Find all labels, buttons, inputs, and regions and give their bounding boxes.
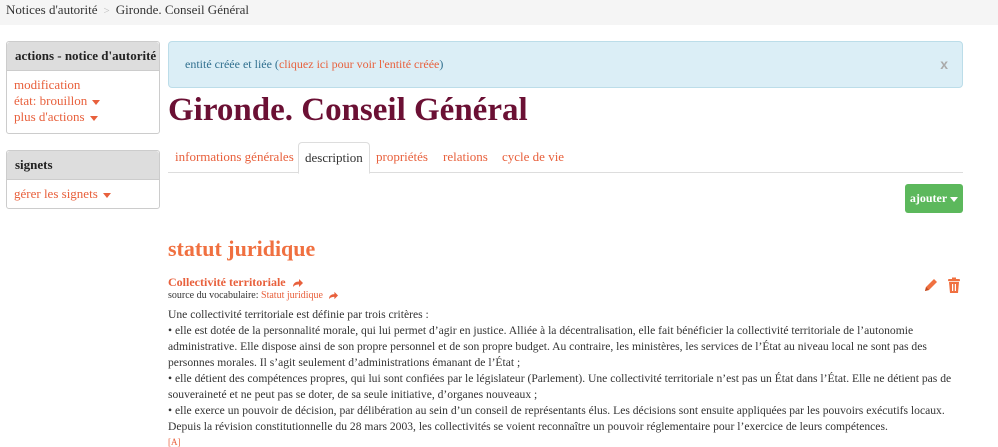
- trash-icon[interactable]: [945, 276, 963, 294]
- status-label: état: brouillon: [14, 93, 88, 108]
- actions-panel-title: actions - notice d'autorité: [7, 42, 159, 71]
- close-icon[interactable]: x: [940, 42, 948, 87]
- vocabulary-label: source du vocabulaire:: [168, 290, 262, 301]
- tab-relations[interactable]: relations: [443, 142, 488, 172]
- caret-down-icon: [950, 196, 959, 202]
- alert-view-entity-link[interactable]: cliquez ici pour voir l'entité créée: [279, 57, 439, 71]
- vocabulary-link[interactable]: Statut juridique: [261, 290, 323, 301]
- add-button[interactable]: ajouter: [905, 184, 963, 213]
- definition-line: • elle détient des compétences propres, …: [168, 372, 952, 401]
- vocabulary-source: source du vocabulaire: Statut juridique: [168, 290, 339, 301]
- term-tools: [920, 276, 963, 294]
- share-arrow-icon[interactable]: [328, 291, 339, 300]
- alert-text: entité créée et liée (: [185, 57, 279, 71]
- section-title: statut juridique: [168, 236, 316, 261]
- caret-down-icon: [102, 192, 111, 198]
- breadcrumb-separator: >: [103, 5, 110, 17]
- term-link[interactable]: Collectivité territoriale: [168, 275, 286, 289]
- bookmarks-panel-title: signets: [7, 151, 159, 180]
- breadcrumb: Notices d'autorité > Gironde. Conseil Géné…: [0, 0, 998, 25]
- tab-lifecycle[interactable]: cycle de vie: [502, 142, 564, 172]
- more-actions-dropdown[interactable]: plus d'actions: [14, 109, 152, 125]
- tab-description[interactable]: description: [298, 142, 370, 174]
- tab-general-info[interactable]: informations générales: [175, 142, 294, 172]
- actions-panel: actions - notice d'autorité modification…: [6, 41, 160, 134]
- bookmarks-panel: signets gérer les signets: [6, 150, 160, 209]
- breadcrumb-current: Gironde. Conseil Général: [115, 2, 249, 17]
- pencil-icon[interactable]: [922, 276, 940, 294]
- page-title: Gironde. Conseil Général: [168, 92, 528, 128]
- success-alert: entité créée et liée (cliquez ici pour v…: [168, 41, 963, 88]
- term-link-row: Collectivité territoriale: [168, 275, 304, 290]
- share-arrow-icon[interactable]: [292, 278, 304, 288]
- alert-text-end: ): [439, 57, 444, 71]
- definition-line: • elle est dotée de la personnalité mora…: [168, 324, 927, 369]
- definition-text: Une collectivité territoriale est défini…: [168, 307, 958, 435]
- tab-properties[interactable]: propriétés: [376, 142, 428, 172]
- manage-bookmarks-dropdown[interactable]: gérer les signets: [14, 186, 152, 202]
- breadcrumb-notices[interactable]: Notices d'autorité: [6, 2, 98, 17]
- caret-down-icon: [89, 115, 98, 121]
- definition-line: Une collectivité territoriale est défini…: [168, 308, 429, 321]
- definition-line: • elle exerce un pouvoir de décision, pa…: [168, 404, 945, 433]
- modification-link[interactable]: modification: [14, 77, 80, 92]
- manage-bookmarks-label: gérer les signets: [14, 186, 98, 201]
- status-dropdown[interactable]: état: brouillon: [14, 93, 152, 109]
- tab-bar: informations générales description propr…: [168, 142, 963, 174]
- add-button-label: ajouter: [909, 191, 948, 205]
- caret-down-icon: [92, 99, 101, 105]
- more-actions-label: plus d'actions: [14, 109, 85, 124]
